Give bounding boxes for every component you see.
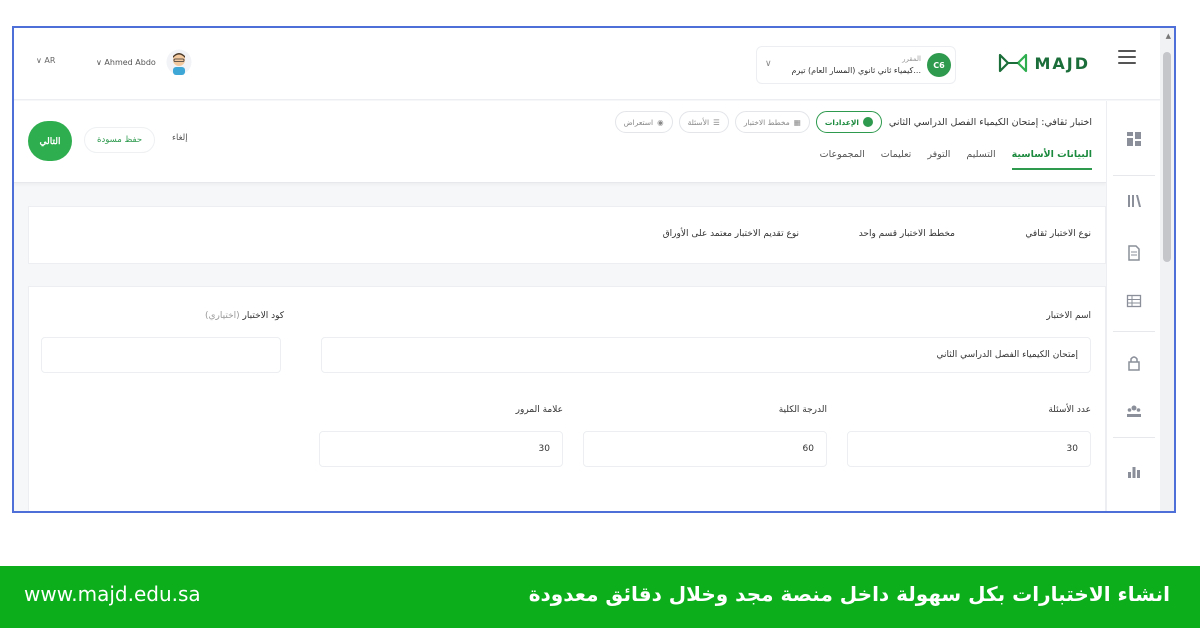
exam-title: اختبار ثقافي: إمتحان الكيمياء الفصل الدر… <box>888 117 1092 128</box>
eye-icon: ◉ <box>657 117 664 127</box>
course-label: المقرر <box>902 55 921 63</box>
tab-basic-data[interactable]: البيانات الأساسية <box>1011 149 1092 170</box>
top-header: MAJD ∨ المقرر كيمياء ثاني ثانوي (المسار … <box>14 28 1174 100</box>
exam-subheader: اختبار ثقافي: إمتحان الكيمياء الفصل الدر… <box>14 101 1106 183</box>
banner-title: انشاء الاختبارات بكل سهولة داخل منصة مجد… <box>528 582 1170 606</box>
user-menu[interactable]: ∨ Ahmed Abdo <box>96 48 192 76</box>
tab-instructions[interactable]: تعليمات <box>881 149 912 170</box>
document-icon[interactable] <box>1107 233 1161 273</box>
exam-name-label: اسم الاختبار <box>1046 311 1091 321</box>
step-questions[interactable]: ☰ الأسئلة <box>678 111 729 133</box>
bar-chart-icon[interactable] <box>1107 451 1161 491</box>
language-selector[interactable]: ∨ AR <box>36 56 55 65</box>
exam-tabs: البيانات الأساسية التسليم التوفر تعليمات… <box>820 149 1092 170</box>
exam-code-input[interactable] <box>41 337 281 373</box>
grid-icon: ▦ <box>793 117 801 127</box>
course-name: كيمياء ثاني ثانوي (المسار العام) تيرم... <box>791 66 921 75</box>
user-name: ∨ Ahmed Abdo <box>96 57 156 67</box>
chevron-down-icon: ∨ <box>765 59 772 69</box>
next-button[interactable]: التالي <box>28 121 72 161</box>
tab-delivery[interactable]: التسليم <box>966 149 995 170</box>
majd-logo-mark <box>999 53 1028 73</box>
total-grade-label: الدرجة الكلية <box>778 405 827 415</box>
step-settings[interactable]: الإعدادات <box>815 111 882 133</box>
library-icon[interactable] <box>1107 181 1161 221</box>
pass-mark-input[interactable]: 30 <box>319 431 563 467</box>
exam-form-card: اسم الاختبار إمتحان الكيمياء الفصل الدرا… <box>28 286 1106 511</box>
brand-name: MAJD <box>1034 53 1090 73</box>
total-grade-input[interactable]: 60 <box>583 431 827 467</box>
list-icon: ☰ <box>713 117 720 127</box>
gear-icon <box>863 117 873 127</box>
course-badge: C6 <box>927 53 951 77</box>
questions-count-input[interactable]: 30 <box>847 431 1091 467</box>
table-icon[interactable] <box>1107 281 1161 321</box>
exam-code-label: (اختياري) كود الاختبار <box>205 311 285 321</box>
right-sidebar <box>1106 101 1161 511</box>
dashboard-icon[interactable] <box>1107 119 1161 159</box>
lock-icon[interactable] <box>1107 343 1161 383</box>
cancel-button[interactable]: إلغاء <box>172 133 188 143</box>
pass-mark-label: علامة المرور <box>515 405 563 415</box>
exam-plan: مخطط الاختبار قسم واحد <box>858 229 955 239</box>
exam-type: نوع الاختبار ثقافي <box>1025 229 1091 239</box>
tab-groups[interactable]: المجموعات <box>820 149 865 170</box>
app-window: MAJD ∨ المقرر كيمياء ثاني ثانوي (المسار … <box>12 26 1176 513</box>
promo-banner: www.majd.edu.sa انشاء الاختبارات بكل سهو… <box>0 566 1200 628</box>
questions-count-label: عدد الأسئلة <box>1048 405 1091 415</box>
course-selector[interactable]: ∨ المقرر كيمياء ثاني ثانوي (المسار العام… <box>756 46 956 84</box>
menu-icon[interactable] <box>1118 50 1136 64</box>
delivery-type: نوع تقديم الاختبار معتمد على الأوراق <box>662 229 799 239</box>
step-exam-plan[interactable]: ▦ مخطط الاختبار <box>734 111 810 133</box>
tab-availability[interactable]: التوفر <box>927 149 950 170</box>
majd-logo[interactable]: MAJD <box>998 52 1090 74</box>
exam-info-card: نوع الاختبار ثقافي مخطط الاختبار قسم واح… <box>28 206 1106 264</box>
avatar <box>166 49 192 75</box>
wizard-steps: الإعدادات ▦ مخطط الاختبار ☰ الأسئلة ◉ اس… <box>614 111 882 133</box>
save-draft-button[interactable]: حفظ مسودة <box>84 127 156 153</box>
website-url[interactable]: www.majd.edu.sa <box>24 582 201 606</box>
step-preview[interactable]: ◉ استعراض <box>614 111 673 133</box>
exam-name-input[interactable]: إمتحان الكيمياء الفصل الدراسي الثاني <box>321 337 1091 373</box>
users-icon[interactable] <box>1107 391 1161 431</box>
scrollbar-thumb[interactable] <box>1163 52 1171 262</box>
vertical-scrollbar[interactable]: ▲ <box>1160 28 1174 511</box>
scroll-up-arrow-icon[interactable]: ▲ <box>1166 32 1171 40</box>
